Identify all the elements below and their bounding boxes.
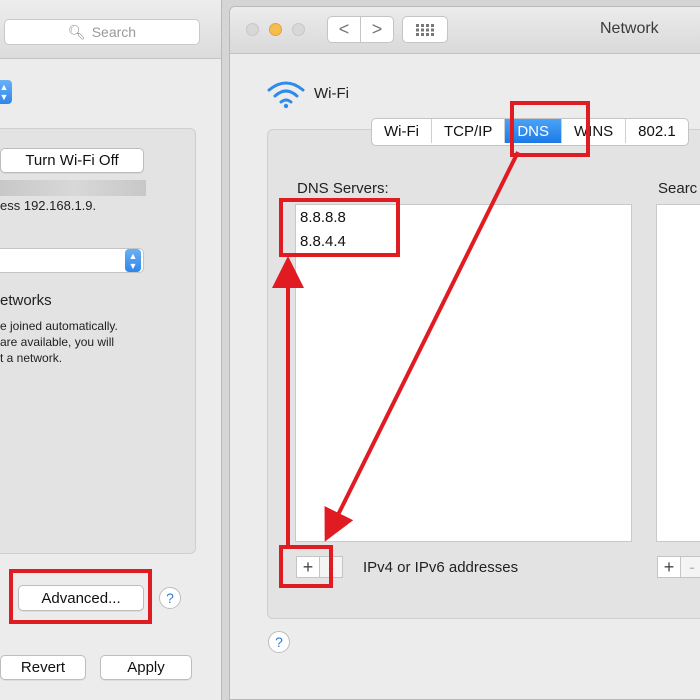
tab-802-1x[interactable]: 802.1 xyxy=(626,119,688,143)
grid-icon xyxy=(416,23,434,36)
back-nav-button[interactable]: < xyxy=(327,16,361,43)
zoom-window-icon[interactable] xyxy=(292,23,305,36)
tab-wifi[interactable]: Wi-Fi xyxy=(372,119,432,143)
chevron-right-icon: > xyxy=(371,19,383,39)
network-select-stepper: ▲ ▼ xyxy=(125,249,141,272)
forward-nav-button[interactable]: > xyxy=(360,16,394,43)
chevron-up-icon: ▲ xyxy=(0,82,9,92)
highlight-advanced-button xyxy=(9,569,152,624)
search-input[interactable]: 🔍︎ Search xyxy=(4,19,200,45)
front-window-titlebar: < > Network xyxy=(230,7,700,54)
help-button[interactable]: ? xyxy=(159,587,181,609)
ip-address-text: ess 192.168.1.9. xyxy=(0,198,97,213)
chevron-left-icon: < xyxy=(338,19,350,39)
back-window-titlebar: 🔍︎ Search xyxy=(0,0,221,59)
location-stepper[interactable]: ▲ ▼ xyxy=(0,80,12,104)
search-domains-list[interactable] xyxy=(656,204,700,542)
minimize-window-icon[interactable] xyxy=(269,23,282,36)
tab-tcp-ip[interactable]: TCP/IP xyxy=(432,119,506,143)
interface-name: Wi-Fi xyxy=(314,85,349,102)
search-domains-heading: Searc xyxy=(658,180,698,197)
window-title: Network xyxy=(600,20,659,37)
chevron-down-icon: ▼ xyxy=(128,260,138,271)
turn-wifi-off-button[interactable]: Turn Wi-Fi Off xyxy=(0,148,144,173)
dns-address-hint: IPv4 or IPv6 addresses xyxy=(363,559,519,576)
search-placeholder: Search xyxy=(91,24,137,40)
front-help-button[interactable]: ? xyxy=(268,631,290,653)
known-networks-heading: etworks xyxy=(0,292,52,309)
revert-button[interactable]: Revert xyxy=(0,655,86,680)
add-search-domain-button[interactable]: + xyxy=(657,556,681,578)
dns-servers-heading: DNS Servers: xyxy=(297,180,389,197)
network-advanced-window: < > Network Wi-Fi Wi-Fi TCP/IP DNS WINS … xyxy=(229,6,700,700)
blurred-status-bar xyxy=(0,180,146,196)
networks-description-line-1: e joined automatically. xyxy=(0,319,118,333)
networks-description-line-2: are available, you will xyxy=(0,335,115,349)
highlight-add-button xyxy=(279,545,333,588)
remove-search-domain-button[interactable]: - xyxy=(680,556,700,578)
search-icon: 🔍︎ xyxy=(67,23,86,40)
show-all-button[interactable] xyxy=(402,16,448,43)
highlight-dns-servers xyxy=(279,198,400,257)
chevron-up-icon: ▲ xyxy=(128,250,138,261)
highlight-dns-tab xyxy=(510,101,590,157)
apply-button[interactable]: Apply xyxy=(100,655,192,680)
network-name-select[interactable]: ▲ ▼ xyxy=(0,248,144,273)
wifi-icon xyxy=(267,81,305,109)
chevron-down-icon: ▼ xyxy=(0,92,9,102)
networks-description-line-3: t a network. xyxy=(0,351,63,365)
close-window-icon[interactable] xyxy=(246,23,259,36)
